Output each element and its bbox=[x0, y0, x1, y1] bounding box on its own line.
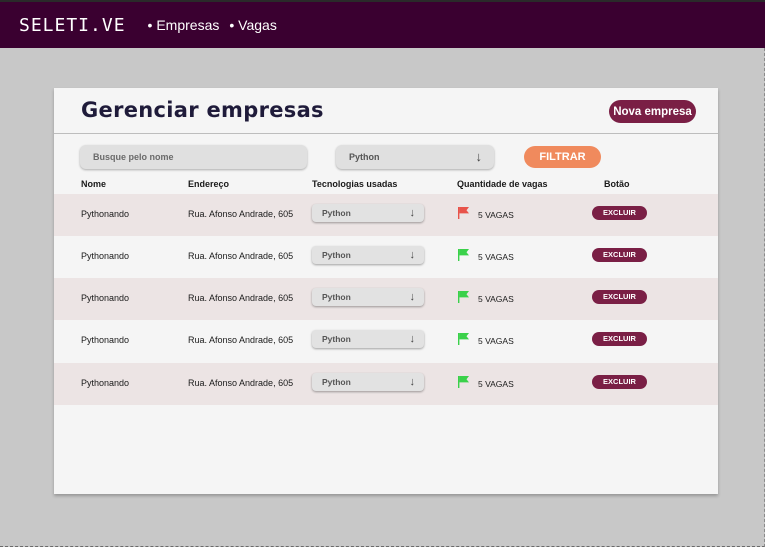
nav-link-empresas[interactable]: Empresas bbox=[148, 17, 219, 33]
tech-select-value: Python bbox=[322, 334, 351, 344]
company-address: Rua. Afonso Andrade, 605 bbox=[188, 293, 294, 303]
flag-icon bbox=[458, 249, 469, 261]
arrow-down-icon: ↓ bbox=[409, 207, 416, 219]
brand-logo[interactable]: SELETI.VE bbox=[19, 15, 126, 36]
delete-button[interactable]: EXCLUIR bbox=[592, 332, 647, 346]
tech-select[interactable]: Python ↓ bbox=[312, 288, 424, 306]
jobs-count: 5 VAGAS bbox=[478, 379, 514, 389]
table-row: Pythonando Rua. Afonso Andrade, 605 Pyth… bbox=[54, 278, 718, 320]
page-title: Gerenciar empresas bbox=[81, 98, 324, 122]
tech-select[interactable]: Python ↓ bbox=[312, 204, 424, 222]
company-address: Rua. Afonso Andrade, 605 bbox=[188, 209, 294, 219]
arrow-down-icon: ↓ bbox=[475, 149, 483, 164]
title-divider bbox=[54, 133, 718, 134]
arrow-down-icon: ↓ bbox=[409, 249, 416, 261]
tech-select[interactable]: Python ↓ bbox=[312, 330, 424, 348]
delete-button[interactable]: EXCLUIR bbox=[592, 206, 647, 220]
tech-select-value: Python bbox=[322, 208, 351, 218]
table-row: Pythonando Rua. Afonso Andrade, 605 Pyth… bbox=[54, 236, 718, 278]
table-row: Pythonando Rua. Afonso Andrade, 605 Pyth… bbox=[54, 320, 718, 362]
flag-icon bbox=[458, 333, 469, 345]
company-name: Pythonando bbox=[81, 293, 130, 303]
column-header-tech: Tecnologias usadas bbox=[312, 179, 398, 189]
tech-select-value: Python bbox=[322, 250, 351, 260]
company-address: Rua. Afonso Andrade, 605 bbox=[188, 335, 294, 345]
jobs-count: 5 VAGAS bbox=[478, 210, 514, 220]
flag-icon bbox=[458, 207, 469, 219]
arrow-down-icon: ↓ bbox=[409, 333, 416, 345]
tech-select[interactable]: Python ↓ bbox=[312, 373, 424, 391]
table-row: Pythonando Rua. Afonso Andrade, 605 Pyth… bbox=[54, 363, 718, 405]
company-address: Rua. Afonso Andrade, 605 bbox=[188, 251, 294, 261]
tech-filter-value: Python bbox=[349, 152, 380, 162]
tech-select-value: Python bbox=[322, 377, 351, 387]
arrow-down-icon: ↓ bbox=[409, 376, 416, 388]
filter-button[interactable]: FILTRAR bbox=[524, 146, 601, 168]
column-header-jobs: Quantidade de vagas bbox=[457, 179, 548, 189]
new-company-button[interactable]: Nova empresa bbox=[609, 100, 696, 123]
jobs-count: 5 VAGAS bbox=[478, 252, 514, 262]
column-header-action: Botão bbox=[604, 179, 630, 189]
flag-icon bbox=[458, 376, 469, 388]
company-name: Pythonando bbox=[81, 378, 130, 388]
column-header-address: Endereço bbox=[188, 179, 230, 189]
delete-button[interactable]: EXCLUIR bbox=[592, 248, 647, 262]
jobs-count: 5 VAGAS bbox=[478, 294, 514, 304]
company-name: Pythonando bbox=[81, 209, 130, 219]
flag-icon bbox=[458, 291, 469, 303]
top-navbar: SELETI.VE Empresas Vagas bbox=[0, 0, 765, 48]
nav-link-vagas[interactable]: Vagas bbox=[229, 17, 277, 33]
company-name: Pythonando bbox=[81, 251, 130, 261]
companies-card: Gerenciar empresas Nova empresa Python ↓… bbox=[54, 88, 718, 494]
delete-button[interactable]: EXCLUIR bbox=[592, 375, 647, 389]
jobs-count: 5 VAGAS bbox=[478, 336, 514, 346]
tech-select[interactable]: Python ↓ bbox=[312, 246, 424, 264]
table-row: Pythonando Rua. Afonso Andrade, 605 Pyth… bbox=[54, 194, 718, 236]
search-input[interactable] bbox=[80, 145, 307, 169]
company-address: Rua. Afonso Andrade, 605 bbox=[188, 378, 294, 388]
tech-select-value: Python bbox=[322, 292, 351, 302]
company-name: Pythonando bbox=[81, 335, 130, 345]
column-header-name: Nome bbox=[81, 179, 107, 189]
tech-filter-select[interactable]: Python ↓ bbox=[336, 145, 494, 169]
delete-button[interactable]: EXCLUIR bbox=[592, 290, 647, 304]
arrow-down-icon: ↓ bbox=[409, 291, 416, 303]
